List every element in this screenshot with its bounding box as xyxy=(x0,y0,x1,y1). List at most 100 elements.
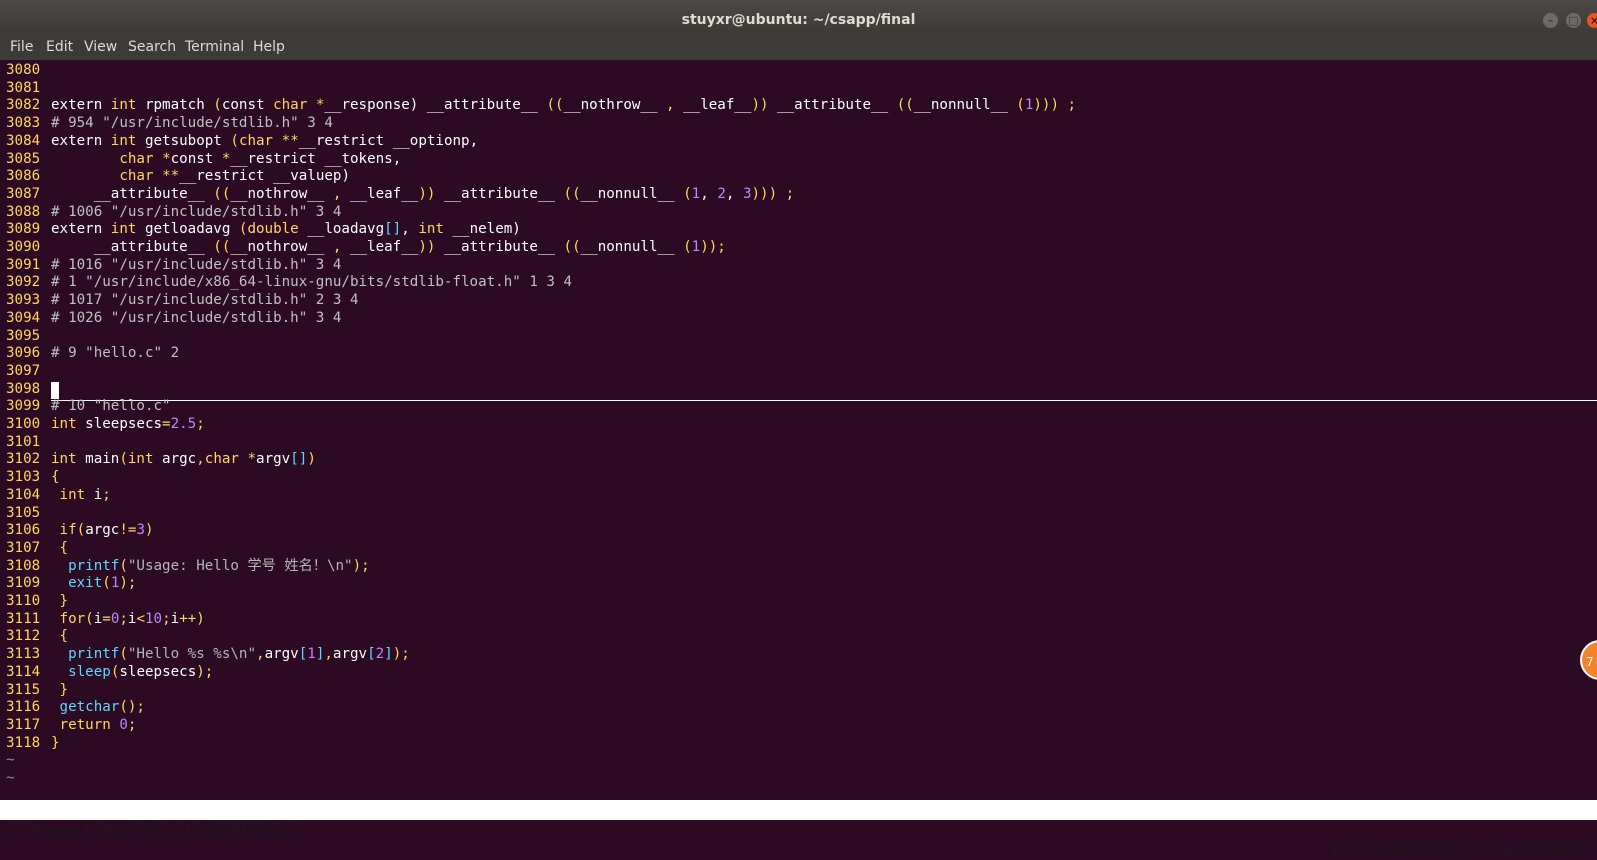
code-token: 3 xyxy=(742,185,752,202)
code-token: ( xyxy=(119,451,128,468)
code-token: getloadavg xyxy=(136,221,239,238)
line-number: 3118 xyxy=(6,734,41,751)
code-token: )) xyxy=(418,239,436,255)
line-number: 3092 xyxy=(6,274,41,291)
code-token: } xyxy=(51,734,60,751)
code-token: ; xyxy=(1059,97,1077,114)
minimize-button[interactable]: – xyxy=(1543,13,1558,28)
code-token: 10 xyxy=(145,610,163,627)
code-token: int xyxy=(59,486,86,503)
line-code: getchar(); xyxy=(51,698,145,716)
code-token: ( xyxy=(76,522,86,539)
close-button[interactable]: × xyxy=(1587,13,1597,28)
line-code: __attribute__ ((__nothrow__ , __leaf__))… xyxy=(51,238,726,256)
maximize-button[interactable]: □ xyxy=(1566,13,1581,28)
code-token: exit xyxy=(68,575,103,592)
code-token: , xyxy=(196,451,205,468)
menu-search[interactable]: Search xyxy=(128,39,176,55)
code-token: ( xyxy=(102,575,111,592)
menu-help[interactable]: Help xyxy=(253,39,285,55)
code-token: getsubopt xyxy=(136,132,231,149)
code-token: { xyxy=(59,539,69,556)
code-token: ; xyxy=(162,610,171,627)
line-number: 3082 xyxy=(6,97,41,114)
code-token: main xyxy=(76,451,120,468)
code-token: 3 xyxy=(136,522,145,539)
line-code: # 1017 "/usr/include/stdlib.h" 2 3 4 xyxy=(51,291,359,309)
code-token: , xyxy=(666,97,675,114)
line-code: } xyxy=(51,592,69,610)
menu-edit[interactable]: Edit xyxy=(46,39,73,55)
line-code: # 9 "hello.c" 2 xyxy=(51,344,179,362)
line-number: 3083 xyxy=(6,115,41,132)
line-code: extern int getloadavg (double __loadavg[… xyxy=(51,220,521,238)
code-token: char xyxy=(238,132,274,149)
code-token: char xyxy=(204,451,239,468)
code-token: { xyxy=(51,469,60,486)
code-token: argv xyxy=(332,646,368,663)
line-number: 3087 xyxy=(6,185,41,202)
menu-file[interactable]: File xyxy=(10,39,33,55)
editor-area[interactable]: 3080 3081 3082 extern int rpmatch (const ch… xyxy=(0,60,1597,800)
code-token: ); xyxy=(196,663,214,680)
code-token: 0 xyxy=(119,716,128,733)
line-code: # 954 "/usr/include/stdlib.h" 3 4 xyxy=(51,114,333,132)
line-number: 3107 xyxy=(6,539,41,556)
code-token: i xyxy=(93,610,103,627)
code-token: (( xyxy=(546,97,564,114)
code-token: __attribute__ xyxy=(426,97,547,114)
code-token: __nonnull__ xyxy=(913,97,1017,114)
line-number: 3099 xyxy=(6,398,41,415)
code-token: ) xyxy=(145,522,154,539)
code-token: i xyxy=(170,610,180,627)
code-token: != xyxy=(119,522,137,539)
code-token: argc xyxy=(85,522,120,539)
menu-view[interactable]: View xyxy=(84,39,117,55)
code-token: __nothrow__ xyxy=(563,97,667,114)
code-token: 1 xyxy=(691,185,701,202)
line-number: 3104 xyxy=(6,486,41,503)
code-token: __response) xyxy=(324,97,427,114)
line-number: 3086 xyxy=(6,168,41,185)
code-token: ); xyxy=(392,646,410,663)
code-token: [] xyxy=(290,451,308,468)
code-token: __leaf__ xyxy=(674,97,752,114)
line-code: { xyxy=(51,539,69,557)
status-cursor-position: [Line:3098/3118,Column:0][99%] xyxy=(1330,842,1587,858)
status-bar: [~/csapp/final/hello.i][progress] [Line:… xyxy=(0,800,1597,858)
line-code: } xyxy=(51,734,60,752)
code-token: __restrict __optionp, xyxy=(298,132,479,149)
line-number: 3094 xyxy=(6,309,41,326)
line-number: 3109 xyxy=(6,575,41,592)
line-number: 3081 xyxy=(6,79,41,96)
code-token: argv xyxy=(264,646,299,663)
code-token: if xyxy=(59,522,77,539)
line-number: 3116 xyxy=(6,699,41,716)
code-token: char xyxy=(119,168,154,185)
code-token: ) xyxy=(307,451,316,468)
line-code: # 1016 "/usr/include/stdlib.h" 3 4 xyxy=(51,256,341,274)
code-token: return xyxy=(59,716,111,733)
line-code: int sleepsecs=2.5; xyxy=(51,415,205,433)
line-code: char *const *__restrict __tokens, xyxy=(51,150,401,168)
code-token: # 1006 "/usr/include/stdlib.h" 3 4 xyxy=(51,203,342,220)
line-number: 3112 xyxy=(6,628,41,645)
line-number: 3111 xyxy=(6,610,41,627)
line-code: # 1006 "/usr/include/stdlib.h" 3 4 xyxy=(51,203,341,221)
menu-terminal[interactable]: Terminal xyxy=(185,39,244,55)
code-token: "Usage: Hello 学号 姓名！\n" xyxy=(127,557,353,574)
code-token: (( xyxy=(213,239,231,255)
code-token: , xyxy=(700,185,718,202)
line-code: return 0; xyxy=(51,716,137,734)
code-token: (( xyxy=(563,185,581,202)
